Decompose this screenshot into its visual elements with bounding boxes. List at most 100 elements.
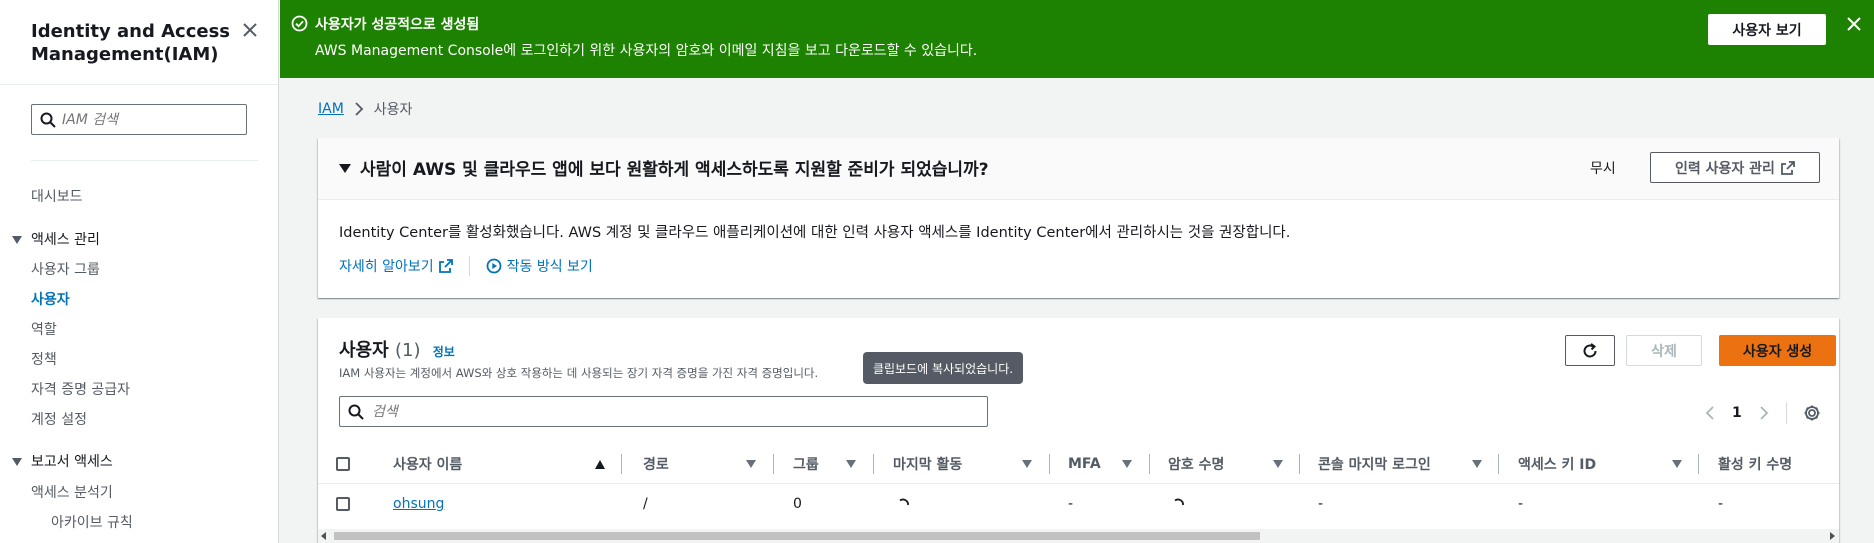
users-table-header: 사용자 이름 경로 그룹 마지막 활동 MFA 암호 수명 콘솔 마지막 로그인… [318,444,1839,484]
sidebar: Identity and Access Management(IAM) 대시보드… [0,0,279,543]
sidebar-item-archive-rules[interactable]: 아카이브 규칙 [51,512,133,532]
users-search[interactable] [339,396,988,427]
sort-icon[interactable] [1273,460,1283,468]
sidebar-search[interactable] [31,104,247,135]
column-header-active-key-age[interactable]: 활성 키 수명 [1718,444,1792,484]
column-header-user-name[interactable]: 사용자 이름 [393,444,462,484]
manage-workforce-users-button[interactable]: 인력 사용자 관리 [1650,152,1820,183]
check-circle-icon [291,15,308,32]
page-number[interactable]: 1 [1732,405,1742,421]
info-link[interactable]: 정보 [433,345,455,359]
how-it-works-label: 작동 방식 보기 [506,259,593,275]
sort-icon[interactable] [1122,460,1132,468]
sidebar-section-label: 보고서 액세스 [31,454,113,470]
identity-center-description: Identity Center를 활성화했습니다. AWS 계정 및 클라우드 … [339,225,1291,241]
close-icon[interactable] [240,20,260,40]
last-activity-cell [898,484,910,524]
search-icon [40,112,56,128]
identity-center-title[interactable]: 사람이 AWS 및 클라우드 앱에 보다 원활하게 액세스하도록 지원할 준비가… [360,155,989,180]
column-divider[interactable] [1299,454,1300,474]
create-user-button[interactable]: 사용자 생성 [1719,335,1836,366]
learn-more-label: 자세히 알아보기 [339,259,434,275]
search-icon [348,404,364,420]
gear-icon[interactable] [1803,404,1821,422]
flash-title: 사용자가 성공적으로 생성됨 [315,17,480,33]
column-divider[interactable] [1049,454,1050,474]
users-search-input[interactable] [372,402,972,422]
console-last-login-cell: - [1318,496,1324,512]
external-link-icon [438,259,453,273]
user-name-cell: ohsung [393,484,444,524]
sort-icon[interactable] [1472,460,1482,468]
sidebar-item-user-groups[interactable]: 사용자 그룹 [31,259,100,279]
how-it-works-link[interactable]: 작동 방식 보기 [486,256,593,276]
sidebar-section-access[interactable]: 액세스 관리 [12,229,100,249]
sort-icon[interactable] [1022,460,1032,468]
delete-button[interactable]: 삭제 [1626,335,1702,366]
column-header-path[interactable]: 경로 [643,444,669,484]
column-divider[interactable] [1498,454,1499,474]
pagination: 1 [1704,402,1821,424]
users-count: (1) [394,340,421,361]
sidebar-search-input[interactable] [62,110,237,130]
refresh-button[interactable] [1565,335,1615,366]
sort-ascending-cell [595,444,605,484]
column-divider[interactable] [1149,454,1150,474]
row-checkbox[interactable] [336,497,350,511]
sidebar-section-reports[interactable]: 보고서 액세스 [12,451,113,471]
column-header-password-age[interactable]: 암호 수명 [1168,444,1224,484]
scroll-left-icon[interactable] [321,532,326,540]
sidebar-item-policies[interactable]: 정책 [31,349,57,369]
play-circle-icon [486,258,502,274]
copied-tooltip: 클립보드에 복사되었습니다. [863,352,1023,384]
flash-message: AWS Management Console에 로그인하기 위한 사용자의 암호… [315,43,978,59]
sort-ascending-icon[interactable] [595,459,605,469]
column-header-last-activity[interactable]: 마지막 활동 [893,444,962,484]
horizontal-scrollbar[interactable] [318,529,1839,543]
users-description: IAM 사용자는 계정에서 AWS와 상호 작용하는 데 사용되는 장기 자격 … [339,366,819,380]
column-header-access-key-id[interactable]: 액세스 키 ID [1518,444,1596,484]
sidebar-item-dashboard[interactable]: 대시보드 [31,186,83,206]
password-age-cell [1173,484,1185,524]
sidebar-item-identity-providers[interactable]: 자격 증명 공급자 [31,379,130,399]
chevron-left-icon[interactable] [1704,405,1716,421]
caret-down-icon[interactable] [339,164,351,173]
chevron-right-icon[interactable] [1758,405,1770,421]
sort-icon[interactable] [746,460,756,468]
refresh-icon [1583,342,1597,357]
close-icon[interactable] [1845,15,1863,33]
learn-more-link[interactable]: 자세히 알아보기 [339,256,453,276]
column-header-groups[interactable]: 그룹 [793,444,819,484]
user-name-link[interactable]: ohsung [393,496,444,512]
scrollbar-thumb[interactable] [334,532,1260,540]
sort-cell [746,444,756,484]
column-divider[interactable] [873,454,874,474]
sort-icon[interactable] [846,460,856,468]
column-header-mfa[interactable]: MFA [1068,444,1101,484]
column-divider[interactable] [621,454,622,474]
sidebar-item-account-settings[interactable]: 계정 설정 [31,409,87,429]
scroll-right-icon[interactable] [1830,532,1835,540]
sort-icon[interactable] [1672,460,1682,468]
column-divider[interactable] [1698,454,1699,474]
sort-cell [1672,444,1682,484]
breadcrumb-iam-link[interactable]: IAM [318,101,344,117]
users-panel: 사용자 (1) 정보 IAM 사용자는 계정에서 AWS와 상호 작용하는 데 … [318,318,1839,543]
view-user-button[interactable]: 사용자 보기 [1708,14,1826,45]
sidebar-item-roles[interactable]: 역할 [31,319,57,339]
sidebar-item-access-analyzer[interactable]: 액세스 분석기 [31,482,113,502]
groups-cell: 0 [793,496,802,512]
path-cell: / [643,496,648,512]
sidebar-title: Identity and Access Management(IAM) [31,21,231,65]
users-title: 사용자 (1) 정보 [339,336,455,362]
column-header-console-last-login[interactable]: 콘솔 마지막 로그인 [1318,444,1431,484]
column-divider[interactable] [773,454,774,474]
mfa-cell: - [1068,496,1074,512]
identity-center-links: 자세히 알아보기 작동 방식 보기 [339,256,593,276]
select-all-cell [336,444,350,484]
sort-cell [1122,444,1132,484]
select-all-checkbox[interactable] [336,457,350,471]
dismiss-button[interactable]: 무시 [1590,158,1616,178]
sidebar-divider [0,84,278,85]
sidebar-item-users[interactable]: 사용자 [31,289,70,309]
